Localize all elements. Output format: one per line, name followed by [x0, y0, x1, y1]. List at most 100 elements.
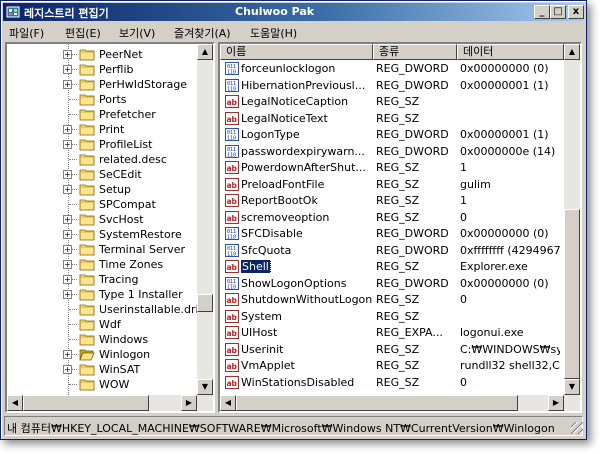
expand-toggle-icon[interactable]: + — [63, 290, 72, 299]
expand-toggle-icon[interactable]: + — [63, 275, 72, 284]
tree-vertical-scrollbar[interactable]: ▲ ▼ — [197, 44, 213, 395]
tree-item-label: WinSAT — [99, 363, 141, 376]
tree-scroll-right-button[interactable]: ▶ — [181, 395, 197, 411]
menu-help[interactable]: 도움말(H) — [250, 25, 297, 41]
registry-app-icon — [6, 6, 20, 18]
tree-horizontal-scrollbar[interactable]: ◀ ▶ — [7, 395, 213, 411]
expand-toggle-icon[interactable]: + — [63, 260, 72, 269]
list-scroll-left-button[interactable]: ◀ — [220, 395, 236, 411]
column-header-name[interactable]: 이름 — [220, 44, 373, 60]
binary-value-icon: 011 110 — [225, 62, 239, 76]
registry-value-row[interactable]: ab ReportBootOk REG_SZ 1 — [220, 193, 560, 209]
value-type: REG_EXPA... — [376, 326, 443, 339]
expand-toggle-icon[interactable]: + — [63, 140, 72, 149]
tree-branch-line — [69, 339, 77, 340]
tree-item-label: Setup — [99, 183, 132, 196]
value-name: WinStationsDisabled — [241, 375, 355, 389]
registry-value-row[interactable]: ab UIHost REG_EXPA... logonui.exe — [220, 325, 560, 341]
folder-icon — [79, 333, 95, 346]
registry-value-row[interactable]: 011 110 LogonType REG_DWORD 0x00000001 (1) — [220, 127, 560, 143]
list-scroll-up-button[interactable]: ▲ — [564, 44, 580, 60]
registry-value-row[interactable]: ab scremoveoption REG_SZ 0 — [220, 210, 560, 226]
expand-toggle-icon[interactable]: + — [63, 245, 72, 254]
registry-value-row[interactable]: ab Shell REG_SZ Explorer.exe — [220, 259, 560, 275]
string-value-icon: ab — [225, 161, 239, 174]
tree-scroll-up-button[interactable]: ▲ — [197, 44, 213, 60]
value-data: 1 — [460, 194, 467, 207]
column-header-data[interactable]: 데이터 — [457, 44, 564, 60]
title-bar[interactable]: 레지스트리 편집기 Chulwoo Pak _ □ x — [3, 3, 584, 21]
list-vertical-scrollbar[interactable]: ▲ ▼ — [564, 44, 580, 395]
registry-value-row[interactable]: ab LegalNoticeCaption REG_SZ — [220, 94, 560, 110]
folder-icon — [79, 243, 95, 256]
registry-value-row[interactable]: ab PowerdownAfterShut... REG_SZ 1 — [220, 160, 560, 176]
menu-edit[interactable]: 편집(E) — [65, 25, 101, 41]
svg-text:110: 110 — [227, 152, 236, 158]
expand-toggle-icon[interactable]: + — [63, 185, 72, 194]
expand-toggle-icon[interactable]: + — [63, 65, 72, 74]
registry-value-row[interactable]: 011 110 ShowLogonOptions REG_DWORD 0x0000000… — [220, 276, 560, 292]
tree-scroll-down-button[interactable]: ▼ — [197, 379, 213, 395]
registry-value-row[interactable]: ab System REG_SZ — [220, 309, 560, 325]
expand-toggle-icon[interactable]: + — [63, 170, 72, 179]
value-data: gulim — [460, 177, 491, 191]
list-scroll-thumb[interactable] — [564, 209, 580, 379]
registry-value-row[interactable]: abUserinit REG_SZ C:₩WINDOWS₩system32 — [220, 342, 560, 358]
value-name: PowerdownAfterShut... — [241, 161, 366, 174]
expand-toggle-icon[interactable]: + — [63, 125, 72, 134]
tree-branch-line — [69, 159, 77, 160]
tree-item-label: Ports — [99, 93, 127, 106]
expand-toggle-icon[interactable]: + — [63, 230, 72, 239]
value-type: REG_SZ — [376, 177, 420, 191]
string-value-icon: ab — [225, 375, 239, 389]
expand-toggle-icon[interactable]: + — [63, 80, 72, 89]
tree-hscroll-thumb[interactable] — [23, 395, 149, 411]
svg-text:110: 110 — [227, 70, 236, 76]
maximize-button[interactable]: □ — [550, 5, 566, 19]
tree-item-label: Perflib — [99, 63, 134, 76]
string-value-icon: ab — [225, 95, 239, 108]
svg-text:ab: ab — [227, 329, 238, 338]
list-scroll-down-button[interactable]: ▼ — [564, 379, 580, 395]
value-type: REG_SZ — [376, 194, 420, 207]
string-value-icon: ab — [225, 326, 239, 339]
folder-icon — [79, 183, 95, 196]
expand-toggle-icon[interactable]: + — [63, 350, 72, 359]
folder-icon — [79, 303, 95, 316]
value-data: 0x00000001 (1) — [460, 78, 549, 92]
registry-value-row[interactable]: abVmApplet REG_SZ rundll32 shell32,Control — [220, 358, 560, 374]
registry-value-row[interactable]: 011 110 forceunlocklogon REG_DWORD 0x0000000… — [220, 61, 560, 77]
registry-value-row[interactable]: ab ShutdownWithoutLogon REG_SZ 0 — [220, 292, 560, 308]
expand-toggle-icon[interactable]: + — [63, 50, 72, 59]
list-horizontal-scrollbar[interactable]: ◀ ▶ — [220, 395, 580, 411]
column-header-type[interactable]: 종류 — [373, 44, 457, 60]
registry-value-row[interactable]: 011 110 HibernationPreviousl... REG_DWORD 0x… — [220, 78, 560, 94]
registry-value-row[interactable]: 011 110 SfcQuota REG_DWORD 0xffffffff (42949… — [220, 243, 560, 259]
list-hscroll-thumb[interactable] — [236, 395, 518, 411]
close-button[interactable]: x — [568, 5, 584, 19]
resize-grip[interactable] — [571, 422, 583, 434]
registry-value-row[interactable]: 011 110 SFCDisable REG_DWORD 0x00000000 (0) — [220, 226, 560, 242]
list-scroll-right-button[interactable]: ▶ — [548, 395, 564, 411]
value-type: REG_SZ — [376, 260, 420, 273]
value-name: LegalNoticeCaption — [241, 95, 349, 108]
values-list-pane[interactable]: 이름 종류 데이터 011 110 forceunlocklogon REG_DWOR… — [218, 42, 582, 413]
tree-scroll-thumb[interactable] — [197, 294, 213, 312]
registry-value-row[interactable]: 011 110 passwordexpirywarn... REG_DWORD 0x00… — [220, 144, 560, 160]
expand-toggle-icon[interactable]: + — [63, 215, 72, 224]
minimize-button[interactable]: _ — [534, 5, 550, 19]
value-data: 0x0000000e (14) — [460, 144, 556, 158]
registry-value-row[interactable]: ab LegalNoticeText REG_SZ — [220, 111, 560, 127]
string-value-icon: ab — [225, 359, 239, 372]
value-type: REG_SZ — [376, 293, 420, 306]
menu-favorites[interactable]: 즐겨찾기(A) — [174, 25, 231, 41]
menu-view[interactable]: 보기(V) — [119, 25, 155, 41]
svg-text:110: 110 — [227, 136, 236, 142]
expand-toggle-icon[interactable]: + — [63, 365, 72, 374]
registry-value-row[interactable]: ab WinStationsDisabled REG_SZ 0 — [220, 375, 560, 391]
tree-scroll-left-button[interactable]: ◀ — [7, 395, 23, 411]
menu-file[interactable]: 파일(F) — [9, 25, 44, 41]
key-tree-pane[interactable]: + PeerNet + Perflib + PerHwIdStorage Ports Pref… — [5, 42, 215, 413]
registry-value-row[interactable]: ab PreloadFontFile REG_SZ gulim — [220, 177, 560, 193]
tree-item-label: PerHwIdStorage — [99, 78, 188, 91]
